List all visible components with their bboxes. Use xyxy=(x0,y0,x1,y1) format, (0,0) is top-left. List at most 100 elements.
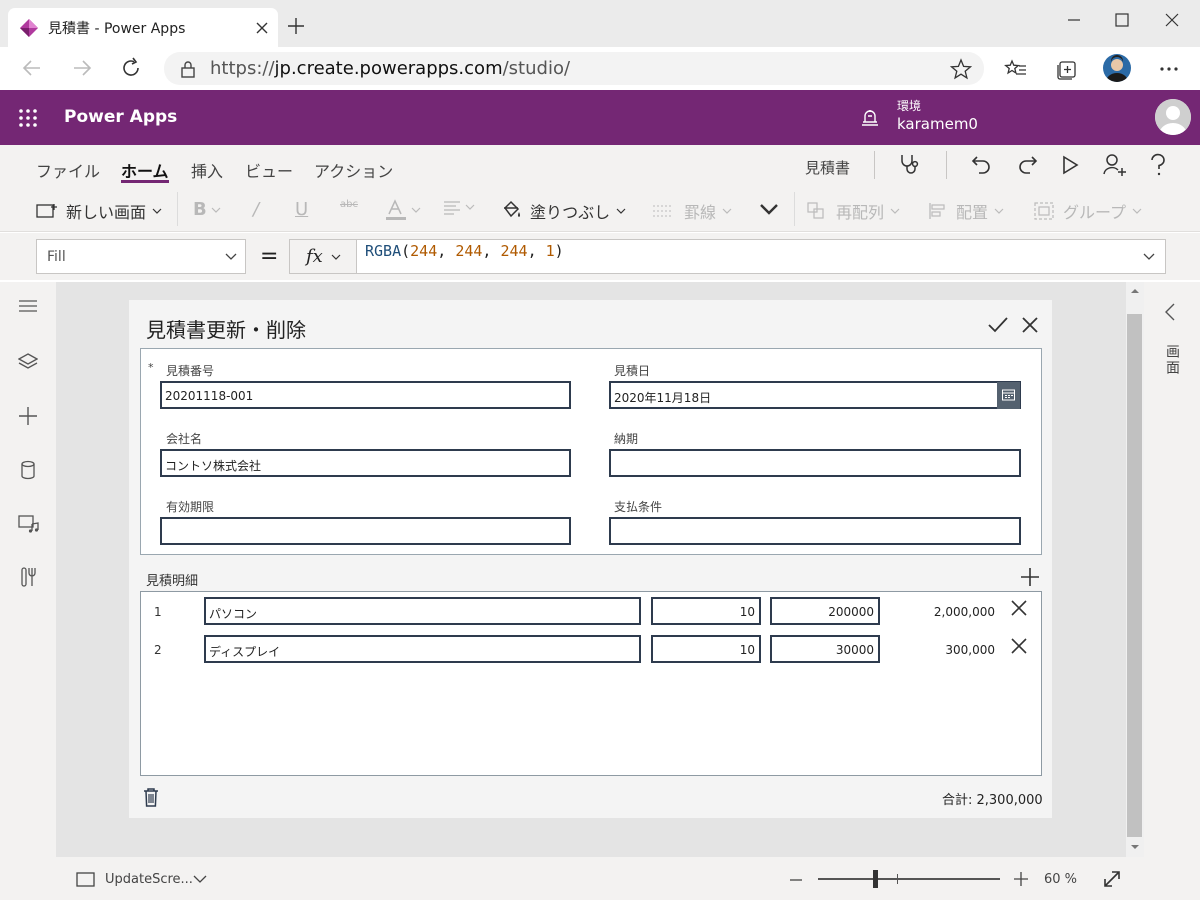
app-checker-icon[interactable] xyxy=(898,152,924,178)
app-launcher-icon[interactable] xyxy=(18,108,38,128)
favorite-star-icon[interactable] xyxy=(950,58,972,80)
redo-icon[interactable] xyxy=(1015,153,1039,177)
zoom-in-icon[interactable] xyxy=(1014,872,1028,886)
media-icon[interactable] xyxy=(18,514,40,534)
property-dropdown[interactable]: Fill xyxy=(36,239,246,274)
menu-action[interactable]: アクション xyxy=(314,158,393,182)
zoom-out-icon[interactable] xyxy=(790,878,802,882)
delete-line-close-icon[interactable] xyxy=(1010,637,1028,655)
environment-name[interactable]: karamem0 xyxy=(897,115,978,133)
menu-file[interactable]: ファイル xyxy=(36,158,100,182)
right-panel-label[interactable]: 画面 xyxy=(1162,344,1182,376)
fx-label: fx xyxy=(306,246,323,267)
delivery-input[interactable] xyxy=(609,449,1021,477)
align-button[interactable]: 配置 xyxy=(928,199,1004,223)
align-icon xyxy=(928,201,948,221)
new-screen-button[interactable]: 新しい画面 xyxy=(36,199,162,223)
share-user-icon[interactable] xyxy=(1102,153,1128,177)
bold-button[interactable]: B xyxy=(193,199,221,220)
strikethrough-button[interactable]: abc xyxy=(340,199,358,210)
text-align-button[interactable] xyxy=(443,199,475,215)
ribbon-expand-chevron-icon[interactable] xyxy=(758,201,780,217)
add-line-plus-icon[interactable] xyxy=(1020,567,1040,587)
line-item-name-input[interactable]: ディスプレイ xyxy=(204,635,641,663)
collapse-panel-chevron-icon[interactable] xyxy=(1163,302,1177,322)
expand-formula-chevron-icon[interactable] xyxy=(1143,253,1155,261)
browser-profile-avatar[interactable] xyxy=(1103,54,1131,82)
line-quantity-input[interactable]: 10 xyxy=(651,597,761,625)
insert-plus-icon[interactable] xyxy=(18,406,38,426)
environment-icon[interactable] xyxy=(860,107,880,127)
line-unit-price-input[interactable]: 200000 xyxy=(770,597,880,625)
chevron-down-icon xyxy=(225,253,237,261)
expiry-input[interactable] xyxy=(160,517,571,545)
font-color-icon xyxy=(385,199,409,221)
zoom-slider[interactable] xyxy=(818,870,1000,888)
tab-title: 見積書 - Power Apps xyxy=(48,20,186,37)
menu-view[interactable]: ビュー xyxy=(245,158,293,182)
formula-input[interactable]: RGBA(244, 244, 244, 1) xyxy=(356,239,1166,274)
delivery-label: 納期 xyxy=(614,432,639,446)
zoom-slider-track xyxy=(818,878,1000,880)
current-screen-selector[interactable]: UpdateScre... xyxy=(105,872,193,887)
tree-view-menu-icon[interactable] xyxy=(18,298,38,314)
company-input[interactable]: コントソ株式会社 xyxy=(160,449,571,477)
data-source-icon[interactable] xyxy=(19,460,37,480)
quote-date-input[interactable]: 2020年11月18日 xyxy=(609,381,1021,409)
fit-to-window-icon[interactable] xyxy=(1102,869,1122,889)
form-title: 見積書更新・削除 xyxy=(146,318,306,342)
chevron-down-icon xyxy=(331,253,341,261)
collections-icon[interactable] xyxy=(1056,58,1078,80)
undo-icon[interactable] xyxy=(970,153,994,177)
scrollbar-thumb[interactable] xyxy=(1127,314,1142,837)
line-item-name-input[interactable]: パソコン xyxy=(204,597,641,625)
chevron-down-icon[interactable] xyxy=(193,875,207,884)
quote-date-label: 見積日 xyxy=(614,364,651,378)
cancel-close-icon[interactable] xyxy=(1021,316,1039,334)
preview-play-icon[interactable] xyxy=(1060,155,1080,175)
window-close-icon[interactable] xyxy=(1162,10,1182,30)
help-icon[interactable] xyxy=(1149,153,1167,177)
minimize-icon[interactable] xyxy=(1064,10,1084,30)
browser-tab[interactable]: 見積書 - Power Apps xyxy=(8,8,278,47)
document-name[interactable]: 見積書 xyxy=(805,157,850,178)
font-color-button[interactable] xyxy=(385,199,421,221)
menu-divider-2 xyxy=(946,151,947,179)
user-avatar[interactable] xyxy=(1155,99,1191,135)
group-button[interactable]: グループ xyxy=(1033,199,1142,223)
menu-home[interactable]: ホーム xyxy=(121,158,169,182)
paint-bucket-icon xyxy=(500,200,522,222)
quote-number-input[interactable]: 20201118-001 xyxy=(160,381,571,409)
line-unit-price-input[interactable]: 30000 xyxy=(770,635,880,663)
address-bar[interactable]: https://jp.create.powerapps.com/studio/ xyxy=(164,52,984,85)
brand-title[interactable]: Power Apps xyxy=(64,107,177,127)
menu-insert[interactable]: 挿入 xyxy=(191,158,223,182)
advanced-tools-icon[interactable] xyxy=(19,566,37,588)
underline-button[interactable]: U xyxy=(295,199,308,220)
new-tab-icon[interactable] xyxy=(286,16,306,36)
line-quantity-input[interactable]: 10 xyxy=(651,635,761,663)
reorder-button[interactable]: 再配列 xyxy=(806,199,900,223)
delete-trash-icon[interactable] xyxy=(143,787,159,807)
active-menu-underline xyxy=(121,180,169,183)
payment-terms-label: 支払条件 xyxy=(614,500,663,514)
forward-icon[interactable] xyxy=(70,56,94,80)
layers-icon[interactable] xyxy=(18,352,38,372)
refresh-icon[interactable] xyxy=(119,56,143,80)
date-picker-button[interactable] xyxy=(997,382,1020,409)
payment-terms-input[interactable] xyxy=(609,517,1021,545)
more-options-icon[interactable] xyxy=(1158,58,1180,80)
maximize-icon[interactable] xyxy=(1112,10,1132,30)
border-button[interactable]: 罫線 xyxy=(652,199,732,223)
back-icon[interactable] xyxy=(20,56,44,80)
zoom-slider-thumb[interactable] xyxy=(873,870,878,888)
delete-line-close-icon[interactable] xyxy=(1010,599,1028,617)
favorites-list-icon[interactable] xyxy=(1004,58,1028,80)
fill-button[interactable]: 塗りつぶし xyxy=(500,199,626,223)
tab-close-icon[interactable] xyxy=(256,22,268,34)
italic-button[interactable]: / xyxy=(253,199,259,220)
save-check-icon[interactable] xyxy=(987,316,1009,334)
border-icon xyxy=(652,203,674,219)
equals-sign: = xyxy=(260,244,279,269)
fx-button[interactable]: fx xyxy=(289,239,357,274)
